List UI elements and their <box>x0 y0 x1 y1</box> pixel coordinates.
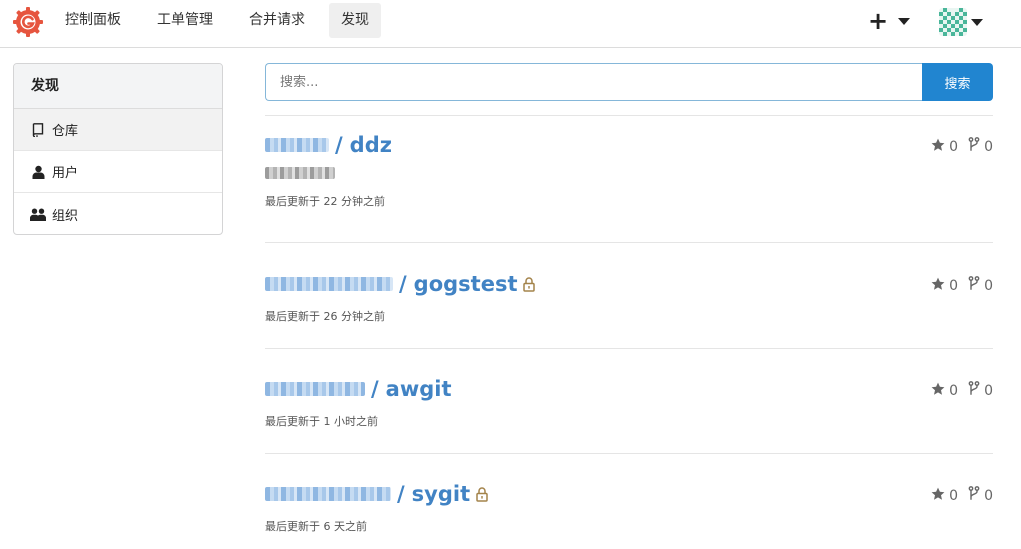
plus-icon: + <box>868 7 889 35</box>
repo-updated-time: 最后更新于 1 小时之前 <box>265 415 378 428</box>
sidebar-item-label: 组织 <box>52 208 79 224</box>
fork-count: 0 <box>984 138 993 155</box>
star-icon <box>931 138 945 156</box>
organization-icon <box>30 206 46 222</box>
lock-icon <box>523 276 536 292</box>
fork-icon <box>968 486 980 505</box>
nav-explore[interactable]: 发现 <box>329 3 381 38</box>
repo-description <box>265 167 335 179</box>
repo-name-link[interactable]: sygit <box>412 482 470 506</box>
repo-updated-time: 最后更新于 22 分钟之前 <box>265 195 385 208</box>
lock-icon <box>476 486 488 502</box>
repo-path-separator: / <box>371 377 379 401</box>
repo-updated-time: 最后更新于 26 分钟之前 <box>265 310 385 323</box>
star-icon <box>931 382 945 400</box>
sidebar-item-users[interactable]: 用户 <box>14 151 222 193</box>
star-count: 0 <box>949 138 959 155</box>
sidebar-item-label: 用户 <box>52 166 79 181</box>
nav-dashboard[interactable]: 控制面板 <box>53 3 133 38</box>
repo-owner-link[interactable] <box>265 272 399 296</box>
sidebar-item-label: 仓库 <box>52 124 79 139</box>
repo-name-link[interactable]: ddz <box>350 133 392 157</box>
repo-stats: 0 0 <box>931 381 993 400</box>
repo-path-separator: / <box>397 482 405 506</box>
nav-pull-requests[interactable]: 合并请求 <box>237 3 317 38</box>
star-icon <box>931 277 945 295</box>
user-menu-dropdown[interactable] <box>939 7 983 37</box>
fork-icon <box>968 276 980 295</box>
caret-down-icon <box>971 18 983 26</box>
fork-count: 0 <box>984 382 993 399</box>
divider <box>265 242 993 243</box>
repo-owner-link[interactable] <box>265 377 371 401</box>
sidebar-item-repositories[interactable]: 仓库 <box>14 109 222 151</box>
caret-down-icon <box>898 17 911 25</box>
star-count: 0 <box>949 487 959 504</box>
star-icon <box>931 487 945 505</box>
star-count: 0 <box>949 382 959 399</box>
search-button[interactable]: 搜索 <box>922 63 993 101</box>
repo-owner-link[interactable] <box>265 482 397 506</box>
nav-issues[interactable]: 工单管理 <box>145 3 225 38</box>
repo-path-separator: / <box>399 272 407 296</box>
avatar <box>939 8 967 36</box>
sidebar-item-organizations[interactable]: 组织 <box>14 193 222 234</box>
repo-item: / sygit 最后更新于 6 天之前 0 0 <box>265 480 993 534</box>
explore-sidebar: 发现 仓库 用户 组织 <box>13 63 223 235</box>
repo-name-link[interactable]: awgit <box>386 377 452 401</box>
repo-item: / ddz 最后更新于 22 分钟之前 0 0 <box>265 131 993 209</box>
repo-stats: 0 0 <box>931 276 993 295</box>
star-count: 0 <box>949 277 959 294</box>
user-icon <box>30 164 46 180</box>
gogs-logo-icon[interactable] <box>12 6 44 38</box>
fork-count: 0 <box>984 487 993 504</box>
fork-icon <box>968 381 980 400</box>
fork-count: 0 <box>984 277 993 294</box>
search-input[interactable] <box>265 63 923 101</box>
repo-stats: 0 0 <box>931 137 993 156</box>
divider <box>265 453 993 454</box>
repo-stats: 0 0 <box>931 486 993 505</box>
repo-path-separator: / <box>335 133 343 157</box>
repo-updated-time: 最后更新于 6 天之前 <box>265 520 367 533</box>
divider <box>265 115 993 116</box>
repo-icon <box>30 122 46 138</box>
top-navbar: 控制面板 工单管理 合并请求 发现 + <box>0 0 1021 48</box>
divider <box>265 348 993 349</box>
create-new-dropdown[interactable]: + <box>868 7 911 35</box>
sidebar-title: 发现 <box>14 64 222 109</box>
repo-owner-link[interactable] <box>265 133 335 157</box>
repo-item: / gogstest 最后更新于 26 分钟之前 0 0 <box>265 270 993 324</box>
repo-item: / awgit 最后更新于 1 小时之前 0 0 <box>265 375 993 429</box>
fork-icon <box>968 137 980 156</box>
repo-name-link[interactable]: gogstest <box>414 272 518 296</box>
